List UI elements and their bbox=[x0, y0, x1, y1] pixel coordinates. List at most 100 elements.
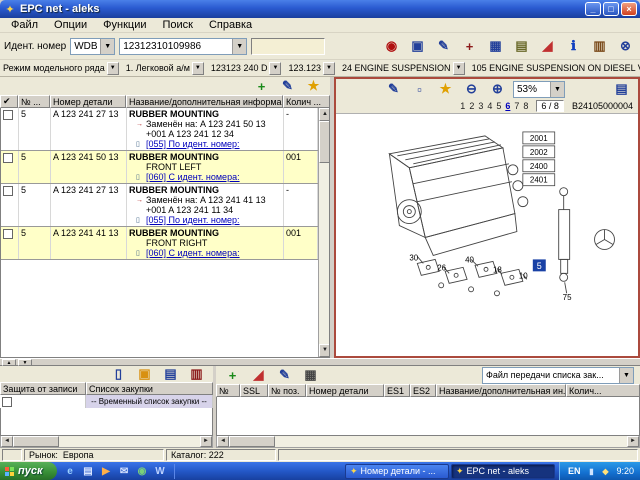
grid-view-icon[interactable]: ▦ bbox=[485, 37, 506, 56]
scroll-left-icon[interactable]: ◄ bbox=[217, 436, 229, 447]
purchase-list-row[interactable]: -- Временный список закупки -- bbox=[0, 395, 213, 408]
zoom-select[interactable]: 53% ▼ bbox=[513, 81, 565, 98]
new-list-icon[interactable]: ▯ bbox=[108, 366, 129, 384]
network-icon[interactable]: ▮ bbox=[585, 465, 597, 477]
parts-diagram[interactable]: 2001 2002 2400 2401 30 26 40 18 10 bbox=[336, 114, 638, 356]
row-checkbox[interactable] bbox=[3, 229, 13, 239]
col-qty[interactable]: Колич ... bbox=[283, 95, 330, 108]
collapse-down-icon[interactable]: ▼ bbox=[18, 359, 32, 366]
order-col-0[interactable]: № bbox=[216, 384, 240, 397]
callout[interactable]: 75 bbox=[563, 293, 572, 302]
menu-item-1[interactable]: Опции bbox=[47, 19, 94, 31]
callout[interactable]: 30 bbox=[409, 253, 418, 262]
order-col-1[interactable]: SSL bbox=[240, 384, 268, 397]
chevron-down-icon[interactable]: ▼ bbox=[100, 39, 114, 54]
order-col-3[interactable]: Номер детали bbox=[306, 384, 384, 397]
erase-position-icon[interactable]: ◢ bbox=[248, 366, 269, 385]
row-checkbox[interactable] bbox=[3, 110, 13, 120]
filter-combo-3[interactable]: 123.123▼ bbox=[288, 62, 335, 75]
word-icon[interactable]: W bbox=[153, 464, 168, 479]
scroll-track[interactable] bbox=[275, 436, 627, 447]
chevron-down-icon[interactable]: ▼ bbox=[269, 62, 281, 75]
row-checkbox[interactable] bbox=[3, 153, 13, 163]
order-col-4[interactable]: ES1 bbox=[384, 384, 410, 397]
collapse-up-icon[interactable]: ▲ bbox=[2, 359, 16, 366]
filter-combo-5[interactable]: 105 ENGINE SUSPENSION ON DIESEL VEHICLES… bbox=[472, 62, 640, 75]
order-col-7[interactable]: Колич... bbox=[566, 384, 640, 397]
catalogs-icon[interactable]: ▥ bbox=[589, 37, 610, 56]
selected-callout[interactable]: 5 bbox=[537, 261, 542, 271]
scroll-thumb[interactable] bbox=[13, 436, 59, 447]
menu-item-2[interactable]: Функции bbox=[96, 19, 153, 31]
scroll-left-icon[interactable]: ◄ bbox=[1, 436, 13, 447]
taskbar-task[interactable]: ✦EPC net - aleks bbox=[451, 464, 555, 479]
messenger-icon[interactable]: ◉ bbox=[135, 464, 150, 479]
scroll-track[interactable] bbox=[59, 436, 200, 447]
ref-box[interactable]: 2401 bbox=[530, 176, 548, 185]
filter-combo-0[interactable]: Режим модельного ряда▼ bbox=[3, 62, 119, 75]
parts-row[interactable]: 5A 123 241 27 13RUBBER MOUNTING→Заменён … bbox=[1, 184, 318, 227]
row-checkbox[interactable] bbox=[3, 186, 13, 196]
scroll-up-icon[interactable]: ▲ bbox=[319, 108, 330, 121]
ident-prefix-combo[interactable]: WDB ▼ bbox=[70, 38, 115, 55]
show-desktop-icon[interactable]: ▤ bbox=[81, 464, 96, 479]
parts-scrollbar[interactable]: ▲ ▼ bbox=[318, 108, 330, 357]
page-7[interactable]: 7 bbox=[514, 101, 519, 111]
col-part-number[interactable]: Номер детали bbox=[50, 95, 126, 108]
taskbar-task[interactable]: ✦Номер детали - ... bbox=[345, 464, 449, 479]
col-name[interactable]: Название/дополнительная информация bbox=[126, 95, 283, 108]
edit-note-icon[interactable]: ✎ bbox=[277, 77, 298, 96]
page-6[interactable]: 6 bbox=[505, 101, 510, 111]
ref-box[interactable]: 2002 bbox=[530, 148, 548, 157]
callout[interactable]: 10 bbox=[519, 271, 528, 280]
diagram-canvas[interactable]: 2001 2002 2400 2401 30 26 40 18 10 bbox=[336, 113, 638, 356]
language-indicator[interactable]: EN bbox=[568, 466, 581, 476]
page-8[interactable]: 8 bbox=[523, 101, 528, 111]
scroll-thumb[interactable] bbox=[229, 436, 275, 447]
media-player-icon[interactable]: ▶ bbox=[99, 464, 114, 479]
parts-row[interactable]: 5A 123 241 41 13RUBBER MOUNTINGFRONT RIG… bbox=[1, 227, 318, 260]
part-link[interactable]: ▯[060] С идент. номера: bbox=[129, 172, 281, 182]
callout[interactable]: 26 bbox=[437, 263, 446, 272]
zoom-in-icon[interactable]: ⊕ bbox=[487, 80, 508, 99]
titlebar[interactable]: ✦ EPC net - aleks _ □ × bbox=[0, 0, 640, 18]
chevron-down-icon[interactable]: ▼ bbox=[232, 39, 246, 54]
callout[interactable]: 40 bbox=[465, 255, 474, 264]
parts-row[interactable]: 5A 123 241 50 13RUBBER MOUNTINGFRONT LEF… bbox=[1, 151, 318, 184]
callout[interactable]: 18 bbox=[493, 265, 502, 274]
scroll-thumb[interactable] bbox=[319, 121, 330, 163]
part-link[interactable]: ▯[055] По идент. номер: bbox=[129, 215, 281, 225]
maximize-button[interactable]: □ bbox=[603, 2, 619, 16]
copy-list-icon[interactable]: ▤ bbox=[511, 37, 532, 56]
col-check[interactable]: ✔ bbox=[0, 95, 18, 108]
chevron-down-icon[interactable]: ▼ bbox=[453, 62, 465, 75]
zoom-out-icon[interactable]: ⊖ bbox=[461, 80, 482, 99]
page-1[interactable]: 1 bbox=[460, 101, 465, 111]
open-list-icon[interactable]: ▣ bbox=[134, 366, 155, 384]
info-icon[interactable]: ℹ bbox=[563, 37, 584, 56]
part-link[interactable]: ▯[060] С идент. номера: bbox=[129, 248, 281, 258]
transfer-file-combo[interactable]: Файл передачи списка зак... ▼ bbox=[482, 367, 634, 384]
scroll-down-icon[interactable]: ▼ bbox=[319, 344, 330, 357]
print-list-icon[interactable]: ▦ bbox=[300, 366, 321, 385]
filter-combo-2[interactable]: 123123 240 D▼ bbox=[211, 62, 282, 75]
ident-number-combo[interactable]: 12312310109986 ▼ bbox=[119, 38, 247, 55]
scroll-track[interactable] bbox=[319, 163, 330, 344]
volume-icon[interactable]: ◆ bbox=[599, 465, 611, 477]
purchase-hscrollbar[interactable]: ◄ ► bbox=[0, 436, 213, 448]
menu-item-4[interactable]: Справка bbox=[202, 19, 259, 31]
scroll-right-icon[interactable]: ► bbox=[200, 436, 212, 447]
order-col-6[interactable]: Название/дополнительная ин... bbox=[436, 384, 566, 397]
parts-basket-icon[interactable]: + bbox=[459, 37, 480, 56]
scroll-right-icon[interactable]: ► bbox=[627, 436, 639, 447]
favorites-star-icon[interactable]: ★ bbox=[303, 77, 324, 96]
ref-box[interactable]: 2001 bbox=[530, 134, 548, 143]
chevron-down-icon[interactable]: ▼ bbox=[619, 368, 633, 383]
page-layout-icon[interactable]: ▤ bbox=[611, 80, 632, 99]
edit-note-icon[interactable]: ✎ bbox=[383, 80, 404, 99]
copy-list-icon[interactable]: ▤ bbox=[160, 366, 181, 384]
chevron-down-icon[interactable]: ▼ bbox=[192, 62, 204, 75]
write-protect-checkbox[interactable] bbox=[2, 397, 12, 407]
page-4[interactable]: 4 bbox=[487, 101, 492, 111]
internet-explorer-icon[interactable]: e bbox=[63, 464, 78, 479]
